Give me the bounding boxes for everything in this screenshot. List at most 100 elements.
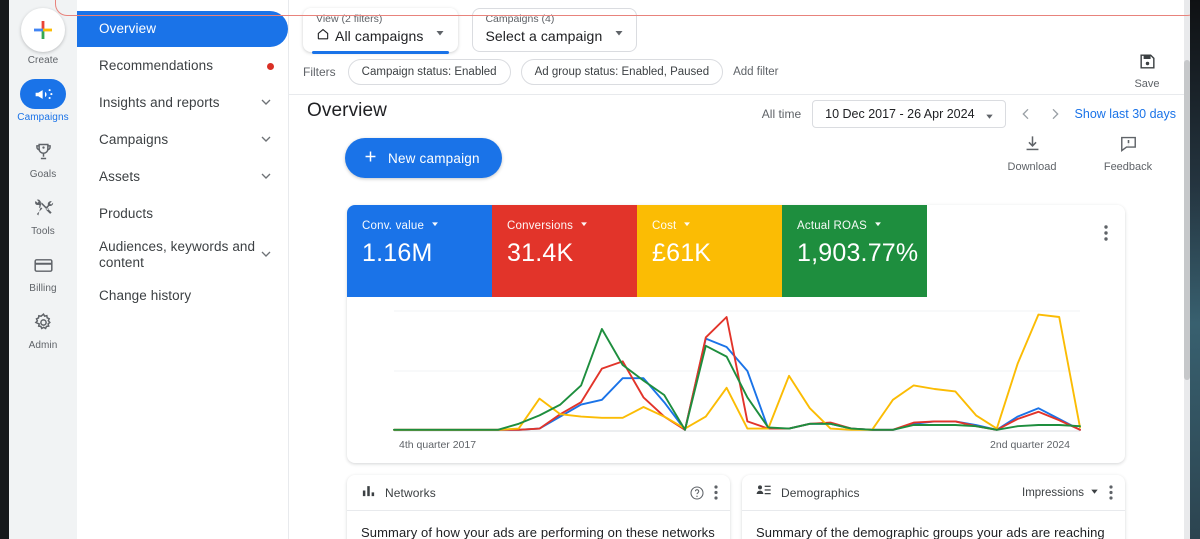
next-period-button[interactable] — [1046, 105, 1064, 123]
date-range-value: 10 Dec 2017 - 26 Apr 2024 — [825, 107, 974, 121]
scorecard-value: 31.4K — [507, 239, 637, 268]
chevron-down-icon — [682, 219, 692, 232]
selector-toolbar: View (2 filters) All campaigns — [289, 0, 1190, 54]
add-filter-button[interactable]: Add filter — [733, 66, 778, 78]
rail-item-goals[interactable]: Goals — [9, 136, 77, 180]
page-surface: Create Campaigns — [9, 0, 1190, 539]
scorecard-row: Conv. value 1.16M Conversions — [347, 205, 1125, 297]
networks-card-more-options-button[interactable] — [714, 485, 718, 500]
nav-item-products[interactable]: Products — [77, 196, 288, 232]
scorecard-metric-label: Actual ROAS — [797, 220, 867, 232]
chevron-down-icon — [430, 219, 440, 232]
scorecard-metric-label: Cost — [652, 220, 676, 232]
rail-item-create[interactable]: Create — [9, 8, 77, 66]
chevron-down-icon — [1089, 486, 1100, 500]
home-icon — [316, 26, 330, 46]
rail-item-admin[interactable]: Admin — [9, 307, 77, 351]
chevron-down-icon — [434, 26, 446, 44]
filter-bar: Filters Campaign status: Enabled Ad grou… — [289, 56, 1190, 88]
nav-item-overview[interactable]: Overview — [77, 11, 288, 47]
chevron-down-icon — [258, 246, 274, 265]
demographics-card-header: Demographics Impressions — [742, 475, 1125, 511]
help-icon[interactable] — [689, 485, 705, 501]
rail-label: Campaigns — [17, 112, 68, 123]
chevron-down-icon — [258, 131, 274, 150]
scorecard-cost[interactable]: Cost £61K — [637, 205, 782, 297]
demographics-metric-selector[interactable]: Impressions — [1022, 486, 1100, 500]
nav-item-label: Recommendations — [99, 58, 267, 74]
nav-item-label: Campaigns — [99, 132, 258, 148]
nav-item-insights-and-reports[interactable]: Insights and reports — [77, 85, 288, 121]
new-campaign-label: New campaign — [388, 151, 480, 166]
show-last-30-days-button[interactable]: Show last 30 days — [1075, 107, 1176, 121]
chevron-down-icon — [613, 26, 625, 44]
rail-item-tools[interactable]: Tools — [9, 193, 77, 237]
rail-item-campaigns[interactable]: Campaigns — [9, 79, 77, 123]
demographics-card-more-options-button[interactable] — [1109, 485, 1113, 500]
scorecard-conv-value[interactable]: Conv. value 1.16M — [347, 205, 492, 297]
nav-item-change-history[interactable]: Change history — [77, 278, 288, 314]
scorecard-value: 1,903.77% — [797, 239, 927, 268]
chart-card-more-options-button[interactable] — [1104, 225, 1108, 246]
rail-label: Admin — [29, 340, 58, 351]
scorecard-metric-label: Conv. value — [362, 220, 424, 232]
campaign-selector[interactable]: Campaigns (4) Select a campaign — [472, 8, 637, 52]
feedback-label: Feedback — [1104, 161, 1152, 173]
nav-item-label: Change history — [99, 288, 274, 304]
download-button[interactable]: Download — [1004, 134, 1060, 173]
tools-icon — [20, 193, 66, 223]
all-time-label: All time — [762, 107, 801, 121]
nav-item-assets[interactable]: Assets — [77, 159, 288, 195]
save-button[interactable]: Save — [1122, 52, 1172, 90]
date-range-picker[interactable]: 10 Dec 2017 - 26 Apr 2024 — [812, 100, 1005, 128]
demographics-card-title: Demographics — [781, 486, 1013, 500]
filter-chip-ad-group-status[interactable]: Ad group status: Enabled, Paused — [521, 59, 724, 85]
page-scrollbar-thumb[interactable] — [1184, 60, 1190, 380]
feedback-button[interactable]: Feedback — [1100, 134, 1156, 173]
networks-card-title: Networks — [385, 486, 680, 500]
window-edge-right — [1190, 0, 1200, 539]
view-selector[interactable]: View (2 filters) All campaigns — [303, 8, 458, 52]
demographics-card: Demographics Impressions — [742, 475, 1125, 539]
chart-plot-area: 4th quarter 2017 2nd quarter 2024 — [347, 297, 1125, 463]
rail-label: Create — [28, 55, 59, 66]
feedback-icon — [1119, 134, 1138, 158]
nav-item-audiences-keywords-and-content[interactable]: Audiences, keywords and content — [77, 233, 288, 277]
nav-item-label: Overview — [99, 21, 274, 37]
chart-x-tick-start: 4th quarter 2017 — [399, 439, 476, 451]
campaign-action-row: New campaign Download — [289, 134, 1190, 186]
megaphone-icon — [20, 79, 66, 109]
app-window: Create Campaigns — [0, 0, 1200, 539]
nav-item-campaigns[interactable]: Campaigns — [77, 122, 288, 158]
gear-icon — [20, 307, 66, 337]
credit-card-icon — [20, 250, 66, 280]
insight-cards-row: Networks — [347, 475, 1125, 539]
nav-item-label: Audiences, keywords and content — [99, 239, 258, 271]
chart-x-tick-end: 2nd quarter 2024 — [990, 439, 1070, 451]
view-selector-underline — [312, 51, 449, 54]
networks-card-summary: Summary of how your ads are performing o… — [347, 511, 730, 539]
plus-multicolor-icon — [21, 8, 65, 52]
bar-chart-icon — [361, 483, 376, 503]
download-icon — [1023, 134, 1042, 158]
scorecard-actual-roas[interactable]: Actual ROAS 1,903.77% — [782, 205, 927, 297]
campaign-selector-value: Select a campaign — [485, 26, 602, 46]
demographics-metric-label: Impressions — [1022, 487, 1084, 499]
scorecard-metric-label: Conversions — [507, 220, 573, 232]
new-campaign-button[interactable]: New campaign — [345, 138, 502, 178]
header-row: Overview All time 10 Dec 2017 - 26 Apr 2… — [289, 88, 1190, 134]
filter-chip-campaign-status[interactable]: Campaign status: Enabled — [348, 59, 511, 85]
previous-period-button[interactable] — [1017, 105, 1035, 123]
notification-dot-icon — [267, 63, 274, 70]
scorecard-spacer — [927, 205, 1125, 297]
nav-item-recommendations[interactable]: Recommendations — [77, 48, 288, 84]
nav-item-label: Products — [99, 206, 274, 222]
date-controls: All time 10 Dec 2017 - 26 Apr 2024 Show … — [762, 100, 1176, 128]
chevron-down-icon — [579, 219, 589, 232]
chevron-down-icon — [984, 111, 995, 125]
demographics-icon — [756, 482, 772, 503]
chevron-down-icon — [258, 94, 274, 113]
campaign-selector-caption: Campaigns (4) — [485, 13, 602, 26]
scorecard-conversions[interactable]: Conversions 31.4K — [492, 205, 637, 297]
rail-item-billing[interactable]: Billing — [9, 250, 77, 294]
